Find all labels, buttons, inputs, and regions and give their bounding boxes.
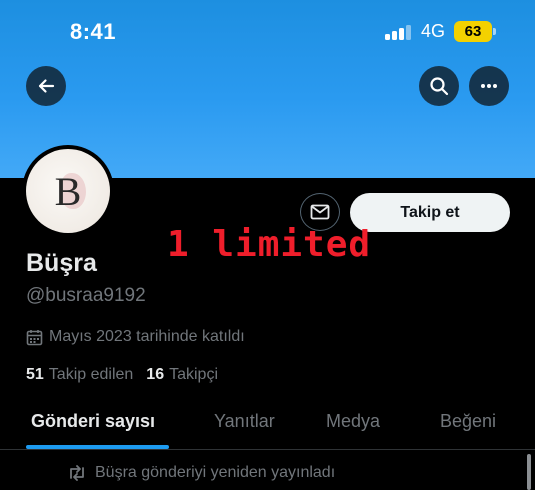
following-label: Takip edilen bbox=[48, 366, 134, 383]
tab-media[interactable]: Medya bbox=[326, 411, 380, 432]
status-bar: 8:41 4G 63 bbox=[0, 0, 535, 60]
scrollbar[interactable] bbox=[527, 454, 531, 490]
repost-context: Büşra gönderiyi yeniden yayınladı bbox=[67, 464, 335, 482]
tab-replies[interactable]: Yanıtlar bbox=[214, 411, 275, 432]
avatar[interactable]: B bbox=[22, 145, 114, 237]
avatar-image: B bbox=[26, 149, 110, 233]
display-name: Büşra bbox=[26, 249, 97, 277]
followers-label: Takipçi bbox=[169, 366, 218, 383]
more-button[interactable] bbox=[469, 66, 509, 106]
tab-posts[interactable]: Gönderi sayısı bbox=[31, 411, 155, 432]
follow-stats: 51 Takip edilen 16 Takipçi bbox=[26, 366, 231, 384]
overlay-annotation: 1 limited bbox=[167, 224, 372, 265]
followers-count: 16 bbox=[146, 366, 165, 383]
signal-icon bbox=[385, 24, 411, 40]
user-handle: @busraa9192 bbox=[26, 285, 146, 306]
envelope-icon bbox=[310, 204, 330, 220]
active-tab-indicator bbox=[26, 445, 169, 449]
battery-indicator: 63 bbox=[454, 21, 496, 42]
profile-tabs: Gönderi sayısı Yanıtlar Medya Beğeni bbox=[0, 400, 535, 450]
join-date-text: Mayıs 2023 tarihinde katıldı bbox=[49, 328, 245, 345]
arrow-left-icon bbox=[38, 79, 55, 93]
following-count: 51 bbox=[26, 366, 44, 383]
tab-likes[interactable]: Beğeni bbox=[440, 411, 496, 432]
repost-text: Büşra gönderiyi yeniden yayınladı bbox=[95, 464, 336, 481]
search-button[interactable] bbox=[419, 66, 459, 106]
join-date: Mayıs 2023 tarihinde katıldı bbox=[26, 328, 245, 346]
more-horizontal-icon bbox=[481, 84, 497, 88]
repost-icon bbox=[70, 465, 84, 481]
avatar-letter: B bbox=[54, 168, 82, 214]
status-time: 8:41 bbox=[70, 19, 117, 44]
followers-stat[interactable]: 16 Takipçi bbox=[146, 366, 218, 384]
search-icon bbox=[430, 77, 449, 96]
following-stat[interactable]: 51 Takip edilen bbox=[26, 366, 133, 384]
follow-button[interactable]: Takip et bbox=[350, 193, 510, 232]
profile-screen: 8:41 4G 63 B Takip et 1 limited Büşra @b… bbox=[0, 0, 535, 490]
calendar-icon bbox=[26, 329, 43, 345]
network-type: 4G bbox=[421, 21, 446, 41]
back-button[interactable] bbox=[26, 66, 66, 106]
